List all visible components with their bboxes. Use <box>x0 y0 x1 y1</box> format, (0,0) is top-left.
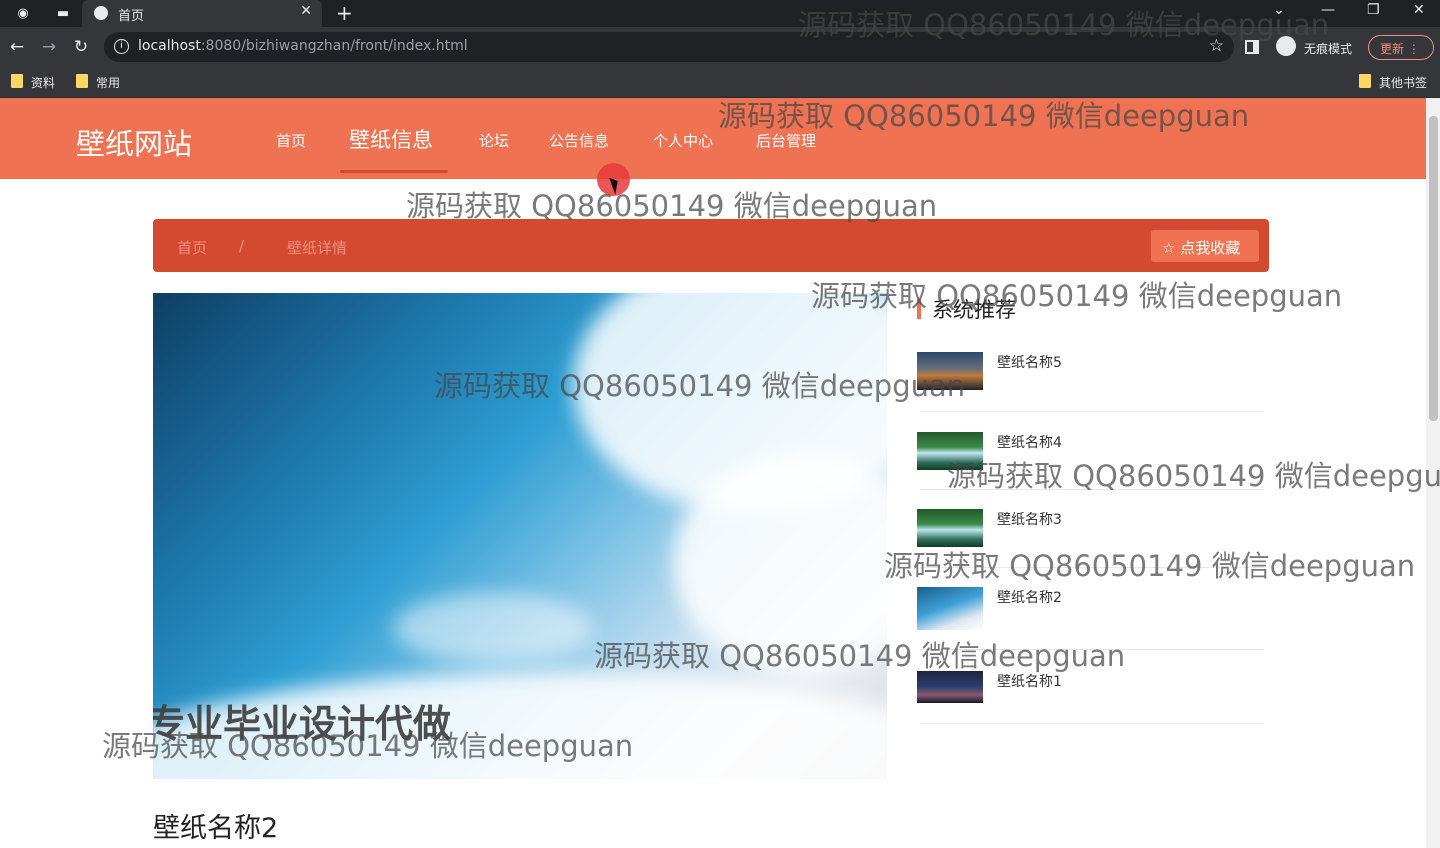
bookmark-folder[interactable]: 常用 <box>76 74 120 91</box>
reload-button[interactable]: ↻ <box>70 36 92 58</box>
back-button[interactable]: ← <box>6 36 28 58</box>
active-nav-indicator <box>340 170 448 173</box>
recommend-name[interactable]: 壁纸名称2 <box>997 587 1062 607</box>
browser-tab-strip: ◉ ▬ 首页 ✕ + ⌄ — ❐ ✕ <box>0 0 1440 27</box>
nav-item-wallpapers[interactable]: 壁纸信息 <box>349 124 433 154</box>
divider <box>920 567 1264 568</box>
favorite-button[interactable]: ☆ 点我收藏 <box>1151 230 1259 262</box>
recommend-name[interactable]: 壁纸名称3 <box>997 509 1062 529</box>
divider <box>920 649 1264 650</box>
breadcrumb-separator: / <box>239 237 245 255</box>
address-bar[interactable]: i localhost:8080/bizhiwangzhan/front/ind… <box>104 32 1234 62</box>
recommend-name[interactable]: 壁纸名称4 <box>997 432 1062 452</box>
recommend-name[interactable]: 壁纸名称5 <box>997 352 1062 372</box>
recommend-thumbnail[interactable] <box>917 587 983 630</box>
nav-item-notices[interactable]: 公告信息 <box>549 130 609 151</box>
recommend-thumbnail[interactable] <box>917 671 983 703</box>
tab-list-chevron-icon[interactable]: ⌄ <box>1273 2 1285 18</box>
incognito-icon <box>1276 36 1296 56</box>
tab-search-icon[interactable]: ▬ <box>54 4 72 22</box>
other-bookmarks-folder[interactable]: 其他书签 <box>1359 74 1427 91</box>
nav-item-forum[interactable]: 论坛 <box>479 130 509 151</box>
url-text: localhost:8080/bizhiwangzhan/front/index… <box>138 38 468 54</box>
recommend-heading: 系统推荐 <box>932 298 1016 322</box>
wallpaper-title: 壁纸名称2 <box>153 813 279 844</box>
restore-button[interactable]: ❐ <box>1367 2 1380 18</box>
site-header: 壁纸网站 首页 壁纸信息 论坛 公告信息 个人中心 后台管理 <box>0 98 1426 179</box>
hero-overlay-text: 专业毕业设计代做 <box>153 702 452 746</box>
bookmark-star-icon[interactable]: ☆ <box>1209 36 1224 56</box>
recommend-thumbnail[interactable] <box>917 432 983 470</box>
divider <box>920 411 1264 412</box>
recommend-thumbnail[interactable] <box>917 509 983 547</box>
incognito-label: 无痕模式 <box>1304 42 1353 56</box>
divider <box>920 489 1264 490</box>
forward-button[interactable]: → <box>38 36 60 58</box>
bookmarks-bar: 资料 常用 其他书签 <box>0 67 1440 98</box>
site-logo[interactable]: 壁纸网站 <box>76 121 192 163</box>
page-viewport: 壁纸网站 首页 壁纸信息 论坛 公告信息 个人中心 后台管理 首页 / 壁纸详情… <box>0 98 1440 848</box>
recommend-name[interactable]: 壁纸名称1 <box>997 671 1062 691</box>
close-window-button[interactable]: ✕ <box>1413 2 1425 18</box>
nav-item-user-center[interactable]: 个人中心 <box>653 130 713 151</box>
update-button[interactable]: 更新 ⋮ <box>1368 35 1434 60</box>
nav-item-admin[interactable]: 后台管理 <box>756 130 816 151</box>
breadcrumb-current: 壁纸详情 <box>287 239 348 257</box>
recommend-thumbnail[interactable] <box>917 352 983 390</box>
bookmark-folder[interactable]: 资料 <box>11 74 55 91</box>
site-info-icon[interactable]: i <box>114 39 129 54</box>
section-accent <box>917 299 921 319</box>
globe-icon <box>94 6 108 20</box>
new-tab-button[interactable]: + <box>336 1 353 25</box>
minimize-button[interactable]: — <box>1321 2 1335 18</box>
nav-item-home[interactable]: 首页 <box>276 130 306 151</box>
browser-tab[interactable]: 首页 ✕ <box>82 0 322 27</box>
wallpaper-image: 专业毕业设计代做 <box>153 293 887 779</box>
breadcrumb: 首页 / 壁纸详情 ☆ 点我收藏 <box>153 219 1269 272</box>
breadcrumb-home[interactable]: 首页 <box>177 237 207 258</box>
scrollbar-thumb[interactable] <box>1429 116 1438 421</box>
browser-menu-icon[interactable]: ◉ <box>14 4 32 22</box>
close-tab-icon[interactable]: ✕ <box>300 3 312 19</box>
divider <box>920 723 1264 724</box>
side-panel-icon[interactable] <box>1245 40 1259 54</box>
tab-title: 首页 <box>118 9 145 24</box>
address-toolbar: ← → ↻ i localhost:8080/bizhiwangzhan/fro… <box>0 27 1440 67</box>
